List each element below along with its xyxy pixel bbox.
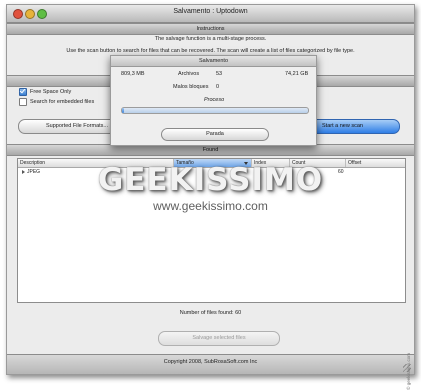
window-title: Salvamento : Uptodown — [173, 8, 248, 15]
column-tamano[interactable]: Tamaño — [174, 159, 252, 167]
status-footer: Copyright 2008, SubRosaSoft.com Inc — [7, 354, 414, 374]
free-space-only-checkbox[interactable] — [19, 88, 27, 96]
column-count[interactable]: Count — [290, 159, 346, 167]
archivos-label: Archivos — [178, 71, 200, 77]
column-offset[interactable]: Offset — [346, 159, 405, 167]
column-description[interactable]: Description — [18, 159, 174, 167]
copyright-text: Copyright 2008, SubRosaSoft.com Inc — [163, 359, 258, 365]
app-window: Salvamento : Uptodown Instructions The s… — [6, 4, 415, 375]
column-index[interactable]: Index — [252, 159, 290, 167]
instructions-header: Instructions — [7, 23, 414, 35]
free-space-only-option[interactable]: Free Space Only — [19, 88, 71, 96]
found-files-table[interactable]: Description Tamaño Index Count Offset JP… — [17, 158, 406, 303]
archivos-value: 53 — [216, 71, 223, 77]
sort-descending-icon — [244, 162, 248, 165]
stop-button[interactable]: Parada — [161, 128, 269, 141]
dialog-title: Salvamento — [111, 56, 316, 67]
watermark-side-text: © geekissimo.com — [406, 353, 411, 390]
search-embedded-checkbox[interactable] — [19, 98, 27, 106]
title-bar[interactable]: Salvamento : Uptodown — [7, 5, 414, 23]
scan-progress-fill — [122, 108, 124, 113]
instructions-line-2: Use the scan button to search for files … — [66, 48, 355, 54]
files-found-summary: Number of files found: 60 — [179, 310, 242, 316]
instructions-line-1: The salvage function is a multi-stage pr… — [154, 36, 267, 42]
malos-bloques-label: Malos bloques — [173, 84, 209, 90]
salvage-selected-button[interactable]: Salvage selected files — [158, 331, 280, 346]
scan-progress-dialog: Salvamento 809,3 MB Archivos 53 74,21 GB… — [110, 55, 317, 146]
table-row[interactable]: JPEG 60 — [18, 168, 405, 176]
table-header: Description Tamaño Index Count Offset — [18, 159, 405, 168]
row-description-text: JPEG — [27, 169, 41, 175]
process-status: Proceso — [204, 97, 225, 103]
free-space-only-label: Free Space Only — [30, 89, 72, 95]
row-description: JPEG — [22, 168, 40, 176]
search-embedded-label: Search for embedded files — [30, 99, 95, 105]
scan-progress-bar — [121, 107, 309, 114]
total-size: 74,21 GB — [285, 71, 309, 77]
search-embedded-option[interactable]: Search for embedded files — [19, 98, 94, 106]
row-count: 60 — [338, 169, 344, 175]
column-tamano-label: Tamaño — [176, 160, 194, 166]
malos-bloques-value: 0 — [216, 84, 220, 90]
scanned-size: 809,3 MB — [121, 71, 145, 77]
disclosure-triangle-icon[interactable] — [22, 169, 25, 174]
